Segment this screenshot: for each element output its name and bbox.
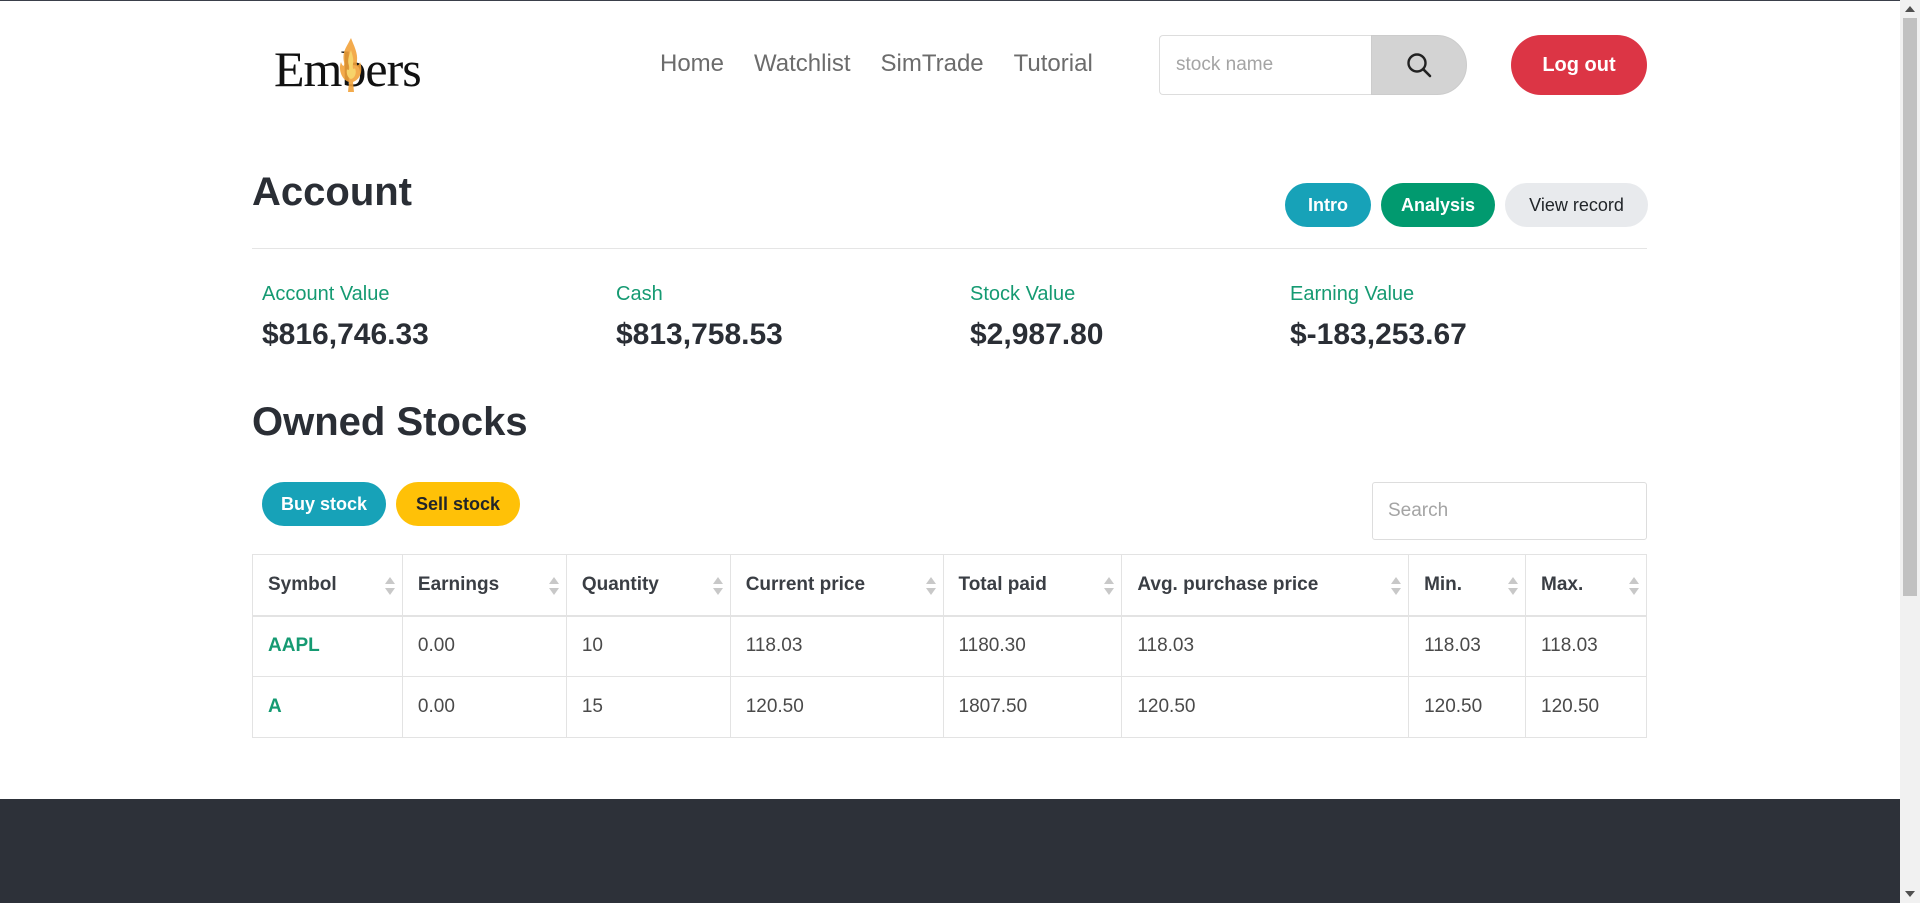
cell-max: 120.50 [1525, 676, 1647, 738]
column-label: Current price [745, 573, 866, 595]
stock-search-input[interactable] [1159, 35, 1371, 95]
owned-stocks-title: Owned Stocks [252, 400, 528, 444]
cell-quantity: 15 [565, 676, 731, 738]
stock-search-group [1159, 35, 1467, 95]
cell-current-price: 120.50 [729, 676, 944, 738]
vertical-scrollbar[interactable] [1900, 0, 1920, 903]
account-actions: Intro Analysis View record [1285, 183, 1648, 227]
logout-button[interactable]: Log out [1511, 35, 1647, 95]
search-icon [1407, 53, 1432, 78]
column-header-total-paid[interactable]: Total paid [942, 554, 1123, 617]
sort-icon [925, 577, 936, 595]
stat-label: Cash [616, 283, 663, 305]
view-record-button[interactable]: View record [1505, 183, 1648, 227]
sort-icon [548, 577, 559, 595]
sort-icon [1104, 577, 1115, 595]
section-divider [252, 248, 1647, 249]
table-search-input[interactable] [1372, 482, 1647, 540]
column-header-symbol[interactable]: Symbol [252, 554, 403, 617]
stat-account-value: Account Value $816,746.33 [262, 283, 429, 352]
cell-earnings: 0.00 [401, 676, 567, 738]
flame-icon [339, 38, 362, 92]
stat-label: Earning Value [1290, 283, 1415, 305]
stat-label: Stock Value [970, 283, 1076, 305]
column-label: Min. [1424, 573, 1463, 595]
table-header-row: Symbol Earnings Quantity Current price T… [252, 554, 1647, 617]
stock-symbol-link[interactable]: A [252, 676, 403, 738]
cell-avg-purchase-price: 118.03 [1121, 615, 1410, 677]
stat-value: $816,746.33 [262, 318, 429, 351]
stat-cash: Cash $813,758.53 [616, 283, 783, 352]
analysis-button[interactable]: Analysis [1381, 183, 1495, 227]
cell-current-price: 118.03 [729, 615, 944, 677]
column-header-quantity[interactable]: Quantity [565, 554, 731, 617]
navbar: Embers Home Watchlist SimTrade Tutorial … [252, 30, 1647, 100]
stock-actions: Buy stock Sell stock [262, 482, 520, 526]
stat-value: $813,758.53 [616, 318, 783, 351]
sort-icon [1629, 577, 1639, 595]
intro-button[interactable]: Intro [1285, 183, 1371, 227]
sort-icon [384, 577, 395, 595]
column-label: Earnings [417, 573, 500, 595]
cell-quantity: 10 [565, 615, 731, 677]
column-header-current-price[interactable]: Current price [729, 554, 944, 617]
column-label: Total paid [958, 573, 1047, 595]
brand-logo[interactable]: Embers [274, 36, 444, 96]
cell-earnings: 0.00 [401, 615, 567, 677]
nav-home[interactable]: Home [660, 50, 724, 78]
nav-watchlist[interactable]: Watchlist [754, 50, 850, 78]
cell-min: 120.50 [1408, 676, 1526, 738]
sort-icon [1508, 577, 1518, 595]
column-label: Avg. purchase price [1137, 573, 1319, 595]
stock-search-button[interactable] [1371, 35, 1467, 95]
column-label: Max. [1541, 573, 1584, 595]
stat-stock-value: Stock Value $2,987.80 [970, 283, 1103, 352]
cell-total-paid: 1180.30 [942, 615, 1123, 677]
page: Embers Home Watchlist SimTrade Tutorial … [0, 0, 1900, 903]
buy-stock-button[interactable]: Buy stock [262, 482, 386, 526]
stat-value: $-183,253.67 [1290, 318, 1467, 351]
stock-symbol-link[interactable]: AAPL [252, 615, 403, 677]
nav-simtrade[interactable]: SimTrade [881, 50, 984, 78]
column-header-avg-purchase-price[interactable]: Avg. purchase price [1121, 554, 1410, 617]
cell-max: 118.03 [1525, 615, 1647, 677]
cell-min: 118.03 [1408, 615, 1526, 677]
stat-earning-value: Earning Value $-183,253.67 [1290, 283, 1467, 352]
nav-tutorial[interactable]: Tutorial [1014, 50, 1093, 78]
column-label: Quantity [581, 573, 659, 595]
cell-avg-purchase-price: 120.50 [1121, 676, 1410, 738]
column-header-earnings[interactable]: Earnings [401, 554, 567, 617]
stat-label: Account Value [262, 283, 390, 305]
sort-icon [712, 577, 723, 595]
sell-stock-button[interactable]: Sell stock [396, 482, 520, 526]
cell-total-paid: 1807.50 [942, 676, 1123, 738]
table-row: AAPL 0.00 10 118.03 1180.30 118.03 118.0… [252, 615, 1647, 677]
column-label: Symbol [268, 573, 337, 595]
scroll-up-arrow-icon[interactable] [1905, 6, 1915, 12]
table-row: A 0.00 15 120.50 1807.50 120.50 120.50 1… [252, 676, 1647, 738]
scrollbar-thumb[interactable] [1903, 18, 1917, 596]
column-header-min[interactable]: Min. [1408, 554, 1526, 617]
main-nav: Home Watchlist SimTrade Tutorial [660, 50, 1093, 78]
stat-value: $2,987.80 [970, 318, 1104, 351]
account-title: Account [252, 170, 412, 214]
column-header-max[interactable]: Max. [1525, 554, 1647, 617]
owned-stocks-table: Symbol Earnings Quantity Current price T… [252, 554, 1647, 738]
sort-icon [1391, 577, 1402, 595]
footer [0, 799, 1900, 903]
scroll-down-arrow-icon[interactable] [1905, 891, 1915, 897]
